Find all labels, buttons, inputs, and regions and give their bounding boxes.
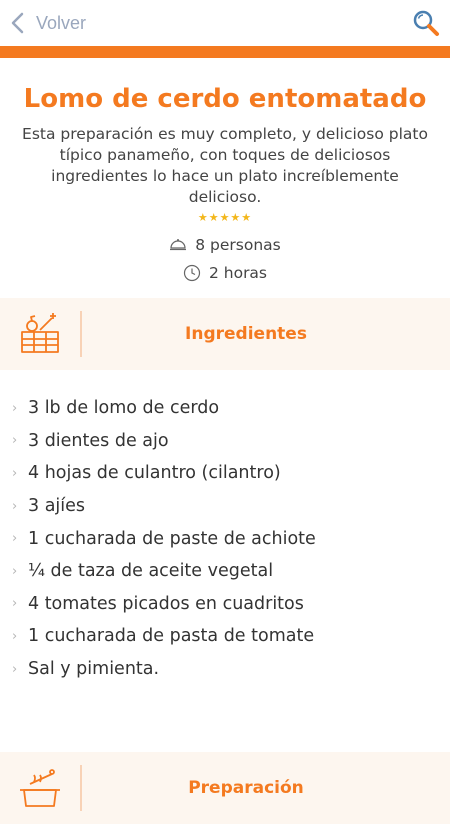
chevron-right-icon: ›	[12, 628, 18, 644]
servings-text: 8 personas	[195, 236, 281, 254]
back-button[interactable]: Volver	[0, 11, 86, 35]
search-icon[interactable]	[412, 9, 440, 37]
servings-row: 8 personas	[0, 236, 450, 254]
ingredients-title: Ingredientes	[185, 324, 307, 344]
clock-icon	[183, 264, 201, 282]
chevron-right-icon: ›	[12, 433, 18, 449]
list-item: › ¼ de taza de aceite vegetal	[12, 561, 274, 582]
chevron-right-icon: ›	[12, 661, 18, 677]
chevron-right-icon: ›	[12, 531, 18, 547]
preparation-title: Preparación	[188, 778, 304, 798]
vegetable-crate-icon	[21, 313, 59, 353]
top-bar: Volver	[0, 0, 450, 46]
rating-stars: ★★★★★	[197, 211, 253, 224]
preparation-icon-wrap	[0, 752, 80, 824]
chevron-right-icon: ›	[12, 596, 18, 612]
cooking-pot-icon	[20, 769, 60, 807]
list-item: › 3 lb de lomo de cerdo	[12, 398, 220, 419]
ingredients-box-icon-wrap	[0, 298, 80, 370]
list-item: › 4 tomates picados en cuadritos	[12, 593, 304, 614]
chevron-right-icon: ›	[12, 400, 18, 416]
list-item: › 3 dientes de ajo	[12, 430, 169, 451]
chevron-left-icon	[11, 12, 24, 34]
chevron-right-icon: ›	[12, 563, 18, 579]
chevron-right-icon: ›	[12, 465, 18, 481]
ingredients-list: › 3 lb de lomo de cerdo › 3 dientes de ajo…	[0, 392, 450, 685]
list-item: › Sal y pimienta.	[12, 659, 160, 680]
list-item: › 4 hojas de culantro (cilantro)	[12, 463, 281, 484]
list-item: › 1 cucharada de pasta de tomate	[12, 626, 315, 647]
list-item: › 1 cucharada de paste de achiote	[12, 528, 316, 549]
preparation-header: Preparación	[0, 752, 450, 824]
back-label: Volver	[36, 12, 87, 33]
chevron-right-icon: ›	[12, 498, 18, 514]
serving-dish-icon	[170, 239, 187, 251]
header-divider	[0, 46, 450, 58]
time-row: 2 horas	[0, 264, 450, 282]
ingredients-header: Ingredientes	[0, 298, 450, 370]
list-item: › 3 ajíes	[12, 496, 86, 517]
recipe-title: Lomo de cerdo entomatado	[23, 84, 427, 114]
recipe-description: Esta preparación es muy completo, y deli…	[22, 125, 428, 206]
time-text: 2 horas	[208, 264, 268, 282]
